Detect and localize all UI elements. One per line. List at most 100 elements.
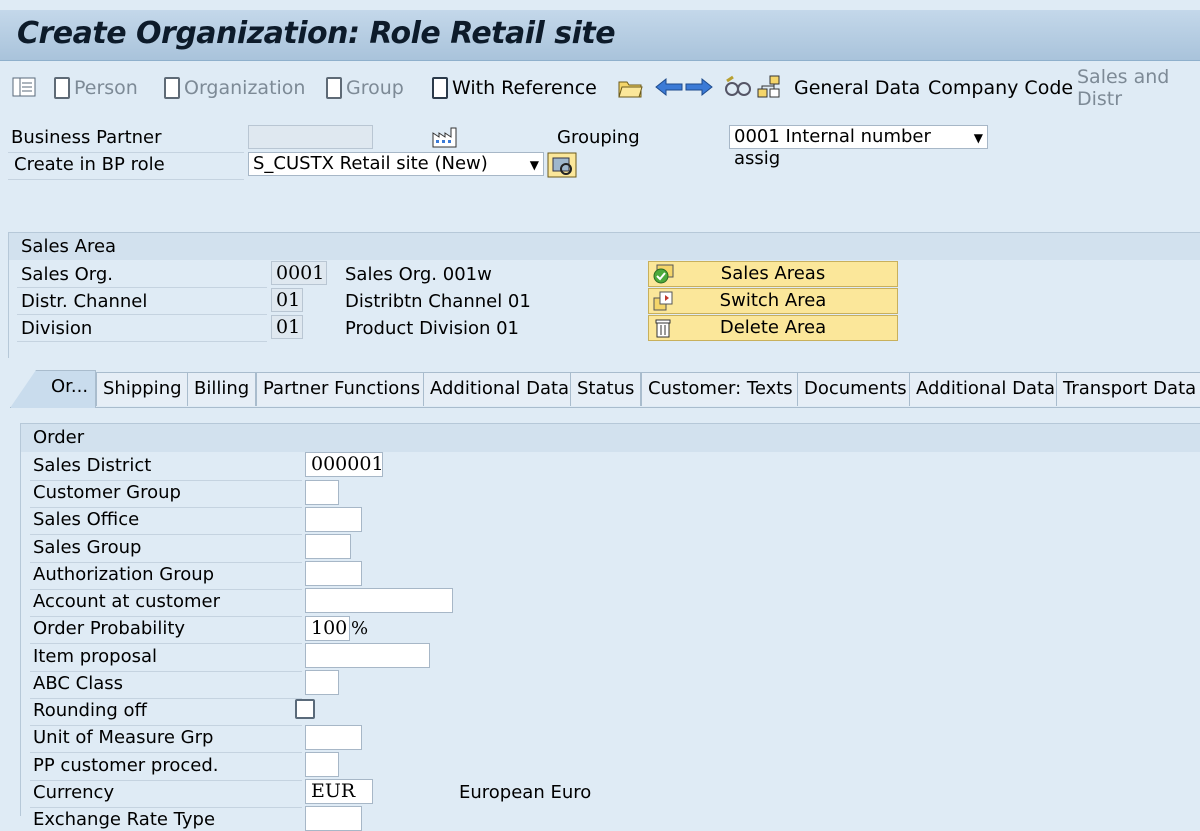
divider	[8, 152, 244, 153]
authorization-group-input[interactable]	[305, 561, 362, 586]
account-at-customer-label: Account at customer	[33, 591, 220, 612]
sales-office-input[interactable]	[305, 507, 362, 532]
switch-area-button[interactable]: Switch Area	[648, 288, 898, 314]
bp-role-select[interactable]: S_CUSTX Retail site (New) ▼	[248, 152, 544, 176]
grouping-label: Grouping	[557, 127, 640, 148]
tab-label: Additional Data	[916, 378, 1056, 399]
trash-icon	[651, 317, 673, 339]
checkmark-icon	[651, 263, 674, 285]
switch-area-label: Switch Area	[719, 290, 827, 311]
person-button[interactable]: Person	[54, 75, 138, 101]
tab-label: Or...	[51, 376, 89, 397]
hierarchy-icon[interactable]	[756, 74, 780, 98]
tab-additional-data[interactable]: Additional Data	[423, 372, 577, 406]
order-header	[21, 424, 1200, 452]
tab-shipping[interactable]: Shipping	[96, 372, 189, 406]
organization-button[interactable]: Organization	[164, 75, 305, 101]
create-in-bp-role-label: Create in BP role	[14, 154, 165, 175]
divider	[30, 643, 302, 644]
division-field: 01	[271, 315, 303, 339]
sales-and-distribution-button[interactable]: Sales and Distr	[1077, 66, 1200, 110]
sales-org-label: Sales Org.	[21, 264, 114, 285]
divider	[30, 807, 302, 808]
unit-of-measure-grp-input[interactable]	[305, 725, 362, 750]
sales-area-header	[9, 233, 1200, 260]
divider	[30, 616, 302, 617]
tab-additional-data-2[interactable]: Additional Data	[909, 372, 1063, 406]
tab-customer-texts[interactable]: Customer: Texts	[641, 372, 800, 406]
sales-group-input[interactable]	[305, 534, 351, 559]
sales-district-input[interactable]: 000001	[305, 452, 384, 477]
item-proposal-input[interactable]	[305, 643, 430, 668]
abc-class-input[interactable]	[305, 670, 339, 695]
sales-and-distribution-label: Sales and Distr	[1077, 66, 1170, 110]
with-reference-label: With Reference	[452, 77, 597, 99]
arrow-right-icon[interactable]	[684, 77, 713, 99]
bp-role-value: S_CUSTX Retail site (New)	[253, 153, 488, 174]
open-folder-icon[interactable]	[617, 75, 643, 98]
tab-status[interactable]: Status	[570, 372, 642, 406]
delete-area-button[interactable]: Delete Area	[648, 315, 898, 341]
distr-channel-description: Distribtn Channel 01	[345, 291, 531, 312]
delete-area-label: Delete Area	[719, 317, 827, 338]
division-label: Division	[21, 318, 93, 339]
grouping-value: 0001 Internal number assig	[734, 126, 931, 169]
tab-label: Shipping	[103, 378, 182, 399]
rounding-off-label: Rounding off	[33, 700, 147, 721]
chevron-down-icon[interactable]: ▼	[974, 127, 983, 149]
layout-toggle-icon[interactable]	[12, 77, 36, 99]
role-detail-icon[interactable]	[547, 152, 577, 178]
rounding-off-checkbox[interactable]	[295, 699, 315, 719]
sales-areas-button[interactable]: Sales Areas	[648, 261, 898, 287]
sales-group-label: Sales Group	[33, 537, 142, 558]
tab-label: Transport Data	[1063, 378, 1197, 399]
sales-area-title: Sales Area	[21, 236, 117, 257]
pp-customer-proced-input[interactable]	[305, 752, 339, 777]
tab-baseline	[10, 407, 1200, 408]
tab-label: Billing	[194, 378, 250, 399]
tab-partner-functions[interactable]: Partner Functions	[256, 372, 428, 406]
grouping-select[interactable]: 0001 Internal number assig ▼	[729, 125, 988, 169]
divider	[17, 287, 267, 288]
organization-label: Organization	[184, 77, 306, 99]
tab-billing[interactable]: Billing	[187, 372, 257, 406]
switch-icon	[651, 290, 673, 312]
sales-areas-label: Sales Areas	[720, 263, 826, 284]
currency-input[interactable]: EUR	[305, 779, 373, 804]
document-icon	[164, 77, 180, 99]
account-at-customer-input[interactable]	[305, 588, 453, 613]
distr-channel-label: Distr. Channel	[21, 291, 148, 312]
customer-group-input[interactable]	[305, 480, 339, 505]
glasses-icon[interactable]	[724, 75, 751, 97]
document-icon	[432, 77, 448, 99]
percent-unit: %	[351, 618, 369, 639]
chevron-down-icon[interactable]: ▼	[530, 154, 539, 176]
divider	[8, 179, 244, 180]
with-reference-button[interactable]: With Reference	[432, 75, 597, 101]
distr-channel-field: 01	[271, 288, 303, 312]
order-probability-input[interactable]: 100	[305, 616, 350, 641]
order-probability-label: Order Probability	[33, 618, 186, 639]
divider	[30, 480, 302, 481]
tab-order[interactable]: Or...	[10, 370, 96, 408]
window-title: Create Organization: Role Retail site	[17, 16, 616, 51]
divider	[30, 562, 302, 563]
exchange-rate-type-input[interactable]	[305, 806, 362, 831]
tab-label: Partner Functions	[263, 378, 421, 399]
group-label: Group	[346, 77, 404, 99]
tab-transport-data[interactable]: Transport Data	[1056, 372, 1200, 406]
sales-org-description: Sales Org. 001w	[345, 264, 492, 285]
general-data-button[interactable]: General Data	[794, 75, 920, 101]
group-button[interactable]: Group	[326, 75, 404, 101]
authorization-group-label: Authorization Group	[33, 564, 215, 585]
toolbar: Person Organization Group With Reference…	[0, 61, 1200, 113]
tab-label: Customer: Texts	[648, 378, 793, 399]
arrow-left-icon[interactable]	[654, 77, 683, 99]
divider	[30, 507, 302, 508]
pp-customer-proced-label: PP customer proced.	[33, 755, 219, 776]
tab-documents[interactable]: Documents	[797, 372, 914, 406]
business-partner-field[interactable]	[248, 125, 373, 149]
company-code-button[interactable]: Company Code	[928, 75, 1073, 101]
divider	[30, 589, 302, 590]
divider	[17, 341, 267, 342]
